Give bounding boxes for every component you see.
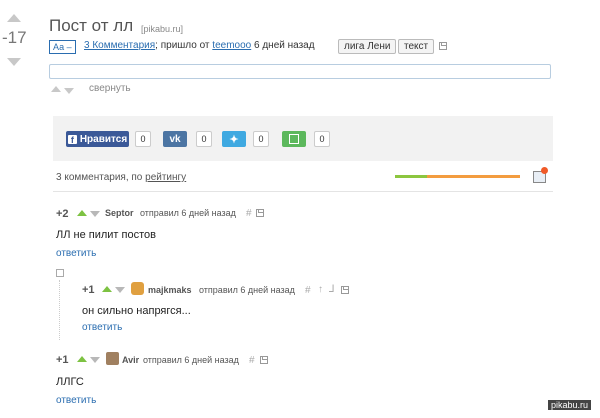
- reply-link[interactable]: ответить: [82, 322, 122, 333]
- tag-text[interactable]: текст: [398, 39, 435, 54]
- save-post-icon[interactable]: [439, 42, 447, 50]
- vk-count: 0: [196, 131, 212, 147]
- post-author-link[interactable]: teemooo: [212, 40, 251, 51]
- comment-text: ЛЛГС: [56, 376, 84, 388]
- thread-line: [59, 280, 60, 340]
- branch-icon[interactable]: ⅃: [329, 284, 335, 295]
- post-upvote-icon[interactable]: [7, 14, 21, 22]
- comment-rating: +1: [56, 354, 69, 366]
- sort-by-rating-link[interactable]: рейтингу: [145, 172, 186, 183]
- comments-header: 3 комментария, по рейтингу: [56, 172, 186, 183]
- collapse-up-icon[interactable]: [51, 86, 61, 92]
- collapse-link[interactable]: свернуть: [89, 83, 131, 94]
- post-rating: -17: [2, 28, 27, 47]
- facebook-icon: f: [67, 134, 77, 145]
- facebook-count: 0: [135, 131, 151, 147]
- reply-link[interactable]: ответить: [56, 395, 96, 406]
- comments-divider: [53, 191, 553, 192]
- save-count: 0: [314, 131, 330, 147]
- post-meta: 3 Комментария; пришло от teemooo 6 дней …: [84, 40, 315, 51]
- post-time: 6 дней назад: [254, 40, 315, 51]
- post-title[interactable]: Пост от лл: [49, 16, 133, 36]
- facebook-like-label: Нравится: [79, 133, 128, 145]
- comment-downvote-icon[interactable]: [90, 211, 100, 217]
- comment-meta: отправил 6 дней назад: [140, 208, 236, 218]
- font-size-toggle[interactable]: Аа –: [49, 40, 76, 54]
- vk-icon: vk: [169, 133, 181, 145]
- parent-comment-icon[interactable]: ↑: [318, 284, 323, 295]
- watermark: pikabu.ru: [548, 400, 592, 410]
- came-from-text: ; пришло от: [155, 40, 210, 51]
- save-share-button[interactable]: [282, 131, 306, 147]
- post-content-box: [49, 64, 551, 79]
- save-comment-icon[interactable]: [260, 356, 268, 364]
- comment-link-icon[interactable]: #: [249, 355, 255, 366]
- reply-link[interactable]: ответить: [56, 248, 96, 259]
- comment-text: ЛЛ не пилит постов: [56, 229, 156, 241]
- comment-link-icon[interactable]: #: [246, 208, 252, 219]
- vk-share-button[interactable]: vk: [163, 131, 187, 147]
- comment-author[interactable]: majkmaks: [148, 285, 192, 295]
- comments-link[interactable]: 3 Комментария: [84, 40, 155, 51]
- avatar: [106, 352, 119, 365]
- comment-meta: отправил 6 дней назад: [143, 355, 239, 365]
- comment-text: он сильно напрягся...: [82, 305, 191, 317]
- twitter-share-button[interactable]: ✦: [222, 131, 246, 147]
- comment-rating: +2: [56, 208, 69, 220]
- comments-count-text: 3 комментария, по: [56, 172, 143, 183]
- save-comment-icon[interactable]: [341, 286, 349, 294]
- rating-bar-negative: [427, 175, 520, 178]
- twitter-icon: ✦: [229, 133, 239, 146]
- notification-dot-icon: [541, 167, 548, 174]
- comment-author[interactable]: Septor: [105, 208, 134, 218]
- tag-liga-leni[interactable]: лига Лени: [338, 39, 397, 54]
- save-comment-icon[interactable]: [256, 209, 264, 217]
- comment-downvote-icon[interactable]: [115, 287, 125, 293]
- twitter-count: 0: [253, 131, 269, 147]
- collapse-down-icon[interactable]: [64, 88, 74, 94]
- facebook-like-button[interactable]: f Нравится: [66, 131, 129, 147]
- post-source: [pikabu.ru]: [141, 24, 184, 34]
- rating-bar-positive: [395, 175, 427, 178]
- comment-meta: отправил 6 дней назад: [199, 285, 295, 295]
- floppy-icon: [289, 134, 299, 144]
- comment-link-icon[interactable]: #: [305, 285, 311, 296]
- collapse-thread-icon[interactable]: [56, 269, 64, 277]
- avatar: [131, 282, 144, 295]
- comment-upvote-icon[interactable]: [102, 286, 112, 292]
- post-downvote-icon[interactable]: [7, 58, 21, 66]
- comment-downvote-icon[interactable]: [90, 357, 100, 363]
- comment-rating: +1: [82, 284, 95, 296]
- comment-upvote-icon[interactable]: [77, 356, 87, 362]
- comment-author[interactable]: Avir: [122, 355, 139, 365]
- comment-upvote-icon[interactable]: [77, 210, 87, 216]
